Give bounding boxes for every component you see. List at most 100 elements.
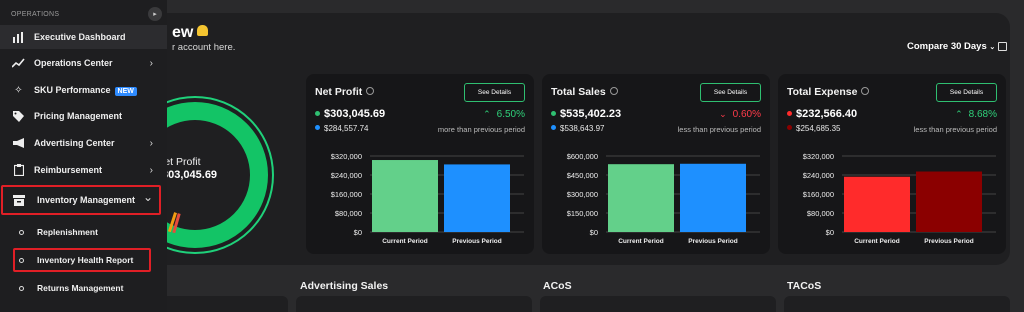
page-title: ew [172, 24, 209, 42]
calendar-icon[interactable] [998, 42, 1007, 51]
sidebar-item-advertising-center[interactable]: Advertising Center › [0, 131, 167, 155]
chevron-right-icon: › [149, 164, 153, 176]
y-tick-label: $0 [590, 228, 598, 237]
chevron-down-icon: ⌄ [989, 44, 996, 51]
bottom-card-1 [150, 296, 288, 312]
current-value: $232,566.40 [787, 108, 857, 120]
megaphone-icon [12, 137, 25, 150]
total-sales-card: Total Sales See Details $535,402.23 $538… [542, 74, 770, 254]
clipboard-icon [12, 164, 25, 177]
previous-dot-icon [315, 125, 320, 130]
see-details-button[interactable]: See Details [464, 83, 525, 102]
trending-up-icon [12, 57, 25, 70]
bell-icon[interactable] [197, 25, 209, 36]
sidebar-subitem-returns-management[interactable]: Returns Management [0, 277, 167, 299]
bar [372, 160, 438, 232]
previous-value: $254,685.35 [787, 124, 841, 133]
x-tick-label: Current Period [382, 238, 428, 245]
bullet-icon [19, 229, 24, 235]
bullet-icon [19, 285, 24, 291]
info-icon[interactable] [609, 87, 618, 95]
bottom-card-4 [784, 296, 1010, 312]
chevron-right-icon[interactable]: ▸ [148, 7, 162, 21]
y-tick-label: $450,000 [567, 171, 598, 180]
tacos-label: TACoS [787, 280, 822, 292]
see-details-button[interactable]: See Details [936, 83, 997, 102]
net-profit-chart: $320,000 $240,000 $160,000 $80,000 $0 Current… [331, 152, 524, 245]
change-percent: ⌄ 0.60% [719, 109, 761, 120]
arrow-up-icon: ⌃ [483, 109, 491, 119]
previous-value: $284,557.74 [315, 124, 369, 133]
y-tick-label: $160,000 [331, 190, 362, 199]
arrow-up-icon: ⌃ [955, 109, 963, 119]
comparison-text: more than previous period [437, 125, 525, 134]
y-tick-label: $150,000 [567, 209, 598, 218]
compare-dropdown[interactable]: Compare 30 Days ⌄ [907, 41, 995, 52]
x-tick-label: Current Period [854, 238, 900, 245]
sidebar-subitem-label: Returns Management [37, 283, 124, 293]
archive-box-icon [12, 194, 25, 207]
sidebar: OPERATIONS ▸ Executive Dashboard Operati… [0, 0, 167, 312]
y-tick-label: $300,000 [567, 190, 598, 199]
y-tick-label: $240,000 [803, 171, 834, 180]
current-dot-icon [787, 111, 792, 116]
previous-dot-icon [787, 125, 792, 130]
sidebar-item-label: Reimbursement [34, 165, 103, 175]
sidebar-subitem-replenishment[interactable]: Replenishment [0, 221, 167, 243]
tag-icon [12, 110, 25, 123]
info-icon[interactable] [366, 87, 375, 95]
sidebar-subitem-inventory-health-report[interactable]: Inventory Health Report [0, 249, 167, 271]
bottom-card-3 [540, 296, 776, 312]
bar [916, 171, 982, 232]
y-tick-label: $80,000 [335, 209, 362, 218]
current-dot-icon [315, 111, 320, 116]
y-tick-label: $0 [826, 228, 834, 237]
change-percent: ⌃ 6.50% [483, 109, 525, 120]
sidebar-subitem-label: Replenishment [37, 227, 98, 237]
sidebar-item-label: SKU Performance NEW [34, 85, 137, 96]
see-details-button[interactable]: See Details [700, 83, 761, 102]
sidebar-item-sku-performance[interactable]: ✧ SKU Performance NEW [0, 78, 167, 102]
x-tick-label: Previous Period [924, 238, 974, 245]
y-tick-label: $320,000 [803, 152, 834, 161]
current-dot-icon [551, 111, 556, 116]
comparison-text: less than previous period [677, 125, 761, 134]
bar [844, 176, 910, 232]
donut-label: let Profit [162, 156, 201, 168]
bar [444, 164, 510, 232]
sidebar-subitem-label: Inventory Health Report [37, 255, 134, 265]
current-value: $303,045.69 [315, 108, 385, 120]
x-tick-label: Previous Period [688, 238, 738, 245]
sidebar-heading: OPERATIONS [11, 11, 60, 18]
arrow-down-icon: ⌄ [719, 109, 727, 119]
net-profit-card: Net Profit See Details $303,045.69 $284,… [306, 74, 534, 254]
advertising-sales-label: Advertising Sales [300, 280, 389, 292]
comparison-text: less than previous period [913, 125, 997, 134]
donut-value: 303,045.69 [162, 169, 218, 181]
bar-chart-icon [12, 31, 25, 44]
sidebar-item-label: Inventory Management [37, 195, 136, 205]
y-tick-label: $320,000 [331, 152, 362, 161]
info-icon[interactable] [861, 87, 870, 95]
sidebar-item-inventory-management[interactable]: Inventory Management ⌄ [0, 188, 167, 212]
card-title: Total Sales [551, 86, 618, 98]
sidebar-item-executive-dashboard[interactable]: Executive Dashboard [0, 25, 167, 49]
y-tick-label: $0 [354, 228, 362, 237]
sidebar-item-reimbursement[interactable]: Reimbursement › [0, 158, 167, 182]
change-percent: ⌃ 8.68% [955, 109, 997, 120]
bottom-card-2 [296, 296, 532, 312]
total-sales-chart: $600,000 $450,000 $300,000 $150,000 $0 Curren… [567, 152, 760, 245]
sidebar-item-label: Executive Dashboard [34, 32, 126, 42]
bar [680, 163, 746, 232]
page-subtitle: r account here. [172, 42, 236, 53]
app-root: ew r account here. Compare 30 Days ⌄ let… [0, 0, 1024, 312]
sidebar-item-operations-center[interactable]: Operations Center › [0, 51, 167, 75]
previous-value: $538,643.97 [551, 124, 605, 133]
y-tick-label: $600,000 [567, 152, 598, 161]
chevron-right-icon: › [149, 57, 153, 69]
y-tick-label: $160,000 [803, 190, 834, 199]
bar [608, 164, 674, 232]
current-value: $535,402.23 [551, 108, 621, 120]
sidebar-item-pricing-management[interactable]: Pricing Management [0, 104, 167, 128]
sidebar-item-label: Advertising Center [34, 138, 115, 148]
